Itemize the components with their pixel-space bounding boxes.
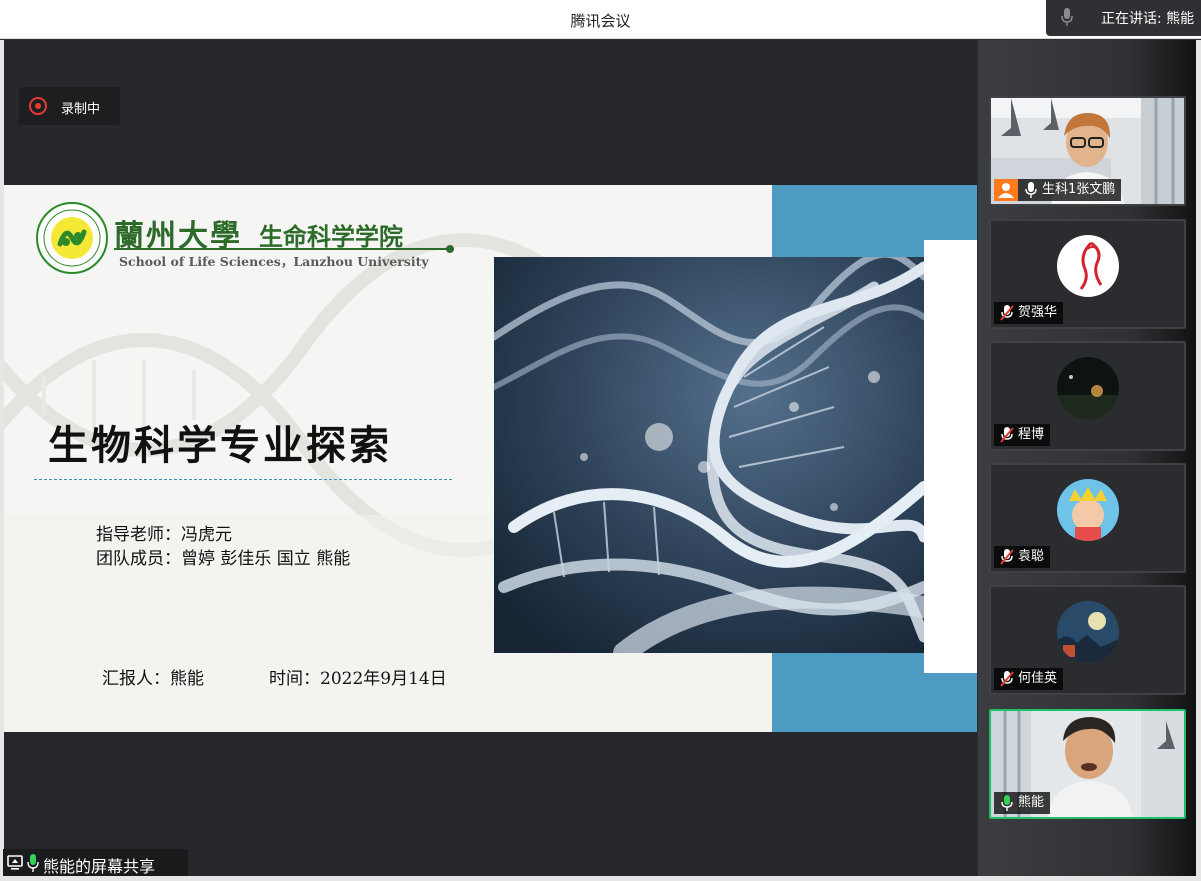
recording-indicator[interactable]: 录制中 [19,87,120,125]
participant-name-tag: 袁聪 [994,546,1051,568]
logo-divider-dot [446,245,454,253]
participant-name-tag: 生科1张文鹏 [1018,179,1122,201]
participant-name-tag: 何佳英 [994,668,1064,690]
shared-screen-area: 录制中 蘭州大學 生命科学学院 School of Life Sciences，… [4,40,977,876]
microphone-muted-icon [1000,305,1014,321]
participants-sidebar: 生科1张文鹏 贺强华 程博 袁聪 何佳英 熊能 [978,40,1196,876]
school-name-english: School of Life Sciences，Lanzhou Universi… [119,254,429,269]
logo-divider [114,248,449,250]
microphone-muted-icon [1000,427,1014,443]
participant-name-tag: 程博 [994,424,1051,446]
speaking-indicator: 正在讲话: 熊能 [1046,0,1201,36]
recording-label: 录制中 [61,102,101,117]
date-line: 时间：2022年9月14日 [269,669,447,689]
screen-share-badge[interactable]: 熊能的屏幕共享 [3,849,188,877]
avatar [1057,479,1119,541]
microphone-muted-icon [1000,671,1014,687]
university-emblem-icon [36,202,108,274]
participant-tile[interactable]: 生科1张文鹏 [989,96,1186,206]
slide-white-card [924,240,977,673]
participant-name-tag: 熊能 [994,792,1051,814]
participant-tile[interactable]: 何佳英 [989,585,1186,695]
participant-name: 贺强华 [1018,305,1058,320]
microphone-muted-icon [1000,549,1014,565]
advisor-line: 指导老师：冯虎元 [96,525,232,545]
window-frame-right [1196,40,1201,876]
participant-tile[interactable]: 贺强华 [989,219,1186,329]
participant-name: 生科1张文鹏 [1042,182,1116,197]
microphone-icon [1025,182,1037,198]
host-icon [994,179,1018,201]
participant-tile-active-speaker[interactable]: 熊能 [989,709,1186,819]
school-name: 生命科学学院 [259,222,403,251]
title-bar: 腾讯会议 [0,0,1201,39]
screen-share-label: 熊能的屏幕共享 [43,857,156,876]
microphone-active-icon [27,854,39,872]
participant-name: 袁聪 [1018,549,1045,564]
slide-title: 生物科学专业探索 [48,422,392,469]
avatar [1057,357,1119,419]
avatar [1057,601,1119,663]
dna-image [494,257,924,653]
avatar [1057,235,1119,297]
participant-name: 熊能 [1018,795,1045,810]
members-line: 团队成员：曾婷 彭佳乐 国立 熊能 [96,549,351,569]
participant-tile[interactable]: 程博 [989,341,1186,451]
speaking-label: 正在讲话: 熊能 [1101,11,1195,27]
window-title: 腾讯会议 [570,12,631,30]
microphone-icon [1061,8,1073,26]
title-divider [34,479,452,480]
participant-name: 程博 [1018,427,1045,442]
presentation-slide: 蘭州大學 生命科学学院 School of Life Sciences，Lanz… [4,185,977,732]
window-frame-bottom [0,876,1201,881]
record-icon [29,97,47,115]
microphone-speaking-icon [1001,795,1013,811]
participant-name-tag: 贺强华 [994,302,1064,324]
participant-tile[interactable]: 袁聪 [989,463,1186,573]
reporter-line: 汇报人：熊能 [102,669,204,689]
screen-share-icon [7,855,23,870]
participant-name: 何佳英 [1018,671,1058,686]
